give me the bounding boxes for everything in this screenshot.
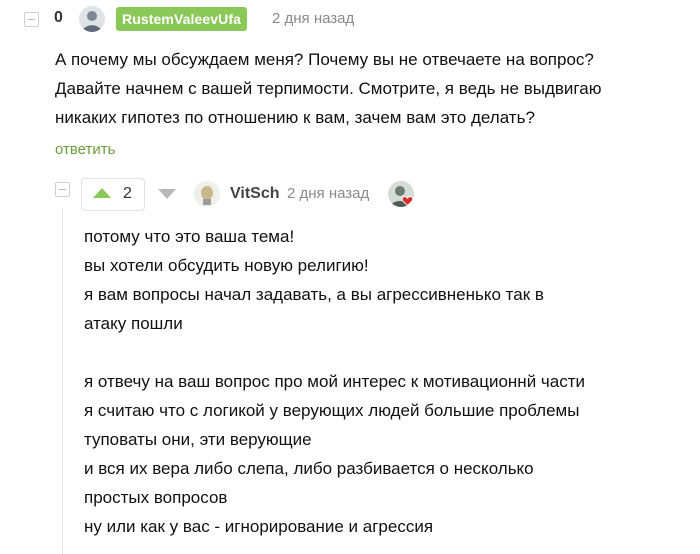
comment-body: А почему мы обсуждаем меня? Почему вы не… [55,45,695,132]
user-avatar-icon [194,181,220,207]
comment-line: потому что это ваша тема! [84,227,295,246]
user-avatar-icon [79,6,105,32]
comment-rating: 2 [123,185,132,202]
comment-line: простых вопросов [84,488,228,507]
comment-time[interactable]: 2 дня назад [272,10,354,27]
heart-icon [402,196,413,206]
comment-line: и вся их вера либо слепа, либо разбивает… [84,459,534,478]
comment-line: я считаю что с логикой у верующих людей … [84,401,580,420]
upvote-icon[interactable] [93,188,111,198]
vote-widget: 2 [81,178,145,211]
reply-link[interactable]: ответить [55,141,115,158]
avatar[interactable] [194,181,220,207]
comment-line: Давайте начнем с вашей терпимости. Смотр… [55,79,602,98]
comment-rating: 0 [54,9,63,26]
collapse-thread-button[interactable] [24,12,39,27]
comment-line: ну или как у вас - игнорирование и агрес… [84,517,434,536]
comment-line [84,338,694,367]
comment-body: потому что это ваша тема! вы хотели обсу… [84,222,694,541]
comment-line: я вам вопросы начал задавать, а вы агрес… [84,285,544,304]
comment-line: туповаты они, эти верующие [84,430,312,449]
author-name[interactable]: VitSch [230,185,280,203]
comment-line: атаку пошли [84,314,183,333]
downvote-icon[interactable] [158,189,176,199]
comment-line: А почему мы обсуждаем меня? Почему вы не… [55,50,594,69]
author-badge[interactable]: RustemValeevUfa [116,7,248,31]
comment-line: я отвечу на ваш вопрос про мой интерес к… [84,372,586,391]
comment-line: вы хотели обсудить новую религию! [84,256,369,275]
comment-line: никаких гипотез по отношению к вам, заче… [55,108,535,127]
comment-time[interactable]: 2 дня назад [287,185,369,202]
collapse-thread-button[interactable] [55,182,70,197]
thread-line [62,208,63,554]
avatar[interactable] [79,6,105,32]
